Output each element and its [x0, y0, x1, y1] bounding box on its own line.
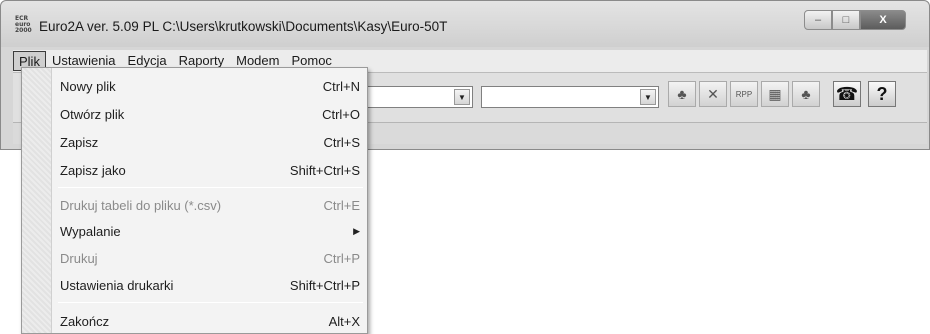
cross-icon[interactable]: ✕	[699, 81, 727, 107]
menu-separator	[58, 302, 363, 303]
shortcut-label: Alt+X	[328, 313, 360, 329]
minimize-button[interactable]: –	[804, 10, 832, 30]
shortcut-label: Ctrl+O	[322, 106, 360, 122]
menu-item-drukuj[interactable]: Drukuj Ctrl+P	[60, 247, 360, 269]
shortcut-label: Shift+Ctrl+P	[289, 277, 360, 293]
primary-combo[interactable]: ▼	[353, 86, 473, 108]
maximize-button[interactable]: □	[832, 10, 860, 30]
menu-item-otworz-plik[interactable]: Otwórz plik Ctrl+O	[60, 103, 360, 125]
shortcut-label: Shift+Ctrl+S	[289, 162, 360, 178]
submenu-arrow-icon: ▶	[353, 225, 360, 236]
shortcut-label: Ctrl+P	[323, 250, 360, 266]
menu-separator	[58, 187, 363, 188]
menu-item-zakoncz[interactable]: Zakończ Alt+X	[60, 310, 360, 332]
window-controls: – □ X	[804, 10, 906, 30]
plik-dropdown-menu: Nowy plik Ctrl+N Otwórz plik Ctrl+O Zapi…	[21, 67, 368, 334]
shortcut-label: Ctrl+S	[323, 134, 360, 150]
menu-item-nowy-plik[interactable]: Nowy plik Ctrl+N	[60, 75, 360, 97]
help-icon[interactable]: ?	[868, 81, 896, 107]
rep-plu-icon[interactable]: RPP	[730, 81, 758, 107]
chevron-down-icon[interactable]: ▼	[640, 89, 656, 105]
shortcut-label: Ctrl+N	[322, 78, 360, 94]
phone-icon[interactable]: ☎	[833, 81, 861, 107]
tree-icon[interactable]: ♣	[668, 81, 696, 107]
window-title: Euro2A ver. 5.09 PL C:\Users\krutkowski\…	[39, 19, 448, 34]
shortcut-label: Ctrl+E	[323, 197, 360, 213]
menu-item-label: Zapisz jako	[60, 162, 126, 178]
secondary-combo[interactable]: ▼	[481, 86, 659, 108]
chevron-down-icon[interactable]: ▼	[454, 89, 470, 105]
menu-item-label: Zapisz	[60, 134, 99, 150]
menu-item-drukuj-tabeli[interactable]: Drukuj tabeli do pliku (*.csv) Ctrl+E	[60, 194, 360, 216]
menu-item-label: Otwórz plik	[60, 106, 125, 122]
menu-item-label: Ustawienia drukarki	[60, 277, 174, 293]
menu-item-label: Wypalanie	[60, 223, 121, 239]
menu-item-wypalanie[interactable]: Wypalanie ▶	[60, 220, 360, 242]
menu-item-label: Drukuj tabeli do pliku (*.csv)	[60, 197, 222, 213]
menu-icon-gutter	[22, 68, 52, 333]
app-logo-icon: ECR euro 2000	[15, 15, 32, 34]
menu-item-label: Zakończ	[60, 313, 110, 329]
grid-icon[interactable]: ▦	[761, 81, 789, 107]
menu-item-label: Nowy plik	[60, 78, 116, 94]
menu-item-zapisz-jako[interactable]: Zapisz jako Shift+Ctrl+S	[60, 159, 360, 181]
menu-item-label: Drukuj	[60, 250, 98, 266]
tree-icon[interactable]: ♣	[792, 81, 820, 107]
close-button[interactable]: X	[860, 10, 906, 30]
menu-item-ustawienia-drukarki[interactable]: Ustawienia drukarki Shift+Ctrl+P	[60, 274, 360, 296]
menu-item-zapisz[interactable]: Zapisz Ctrl+S	[60, 131, 360, 153]
title-bar[interactable]: ECR euro 2000 Euro2A ver. 5.09 PL C:\Users…	[1, 1, 929, 47]
